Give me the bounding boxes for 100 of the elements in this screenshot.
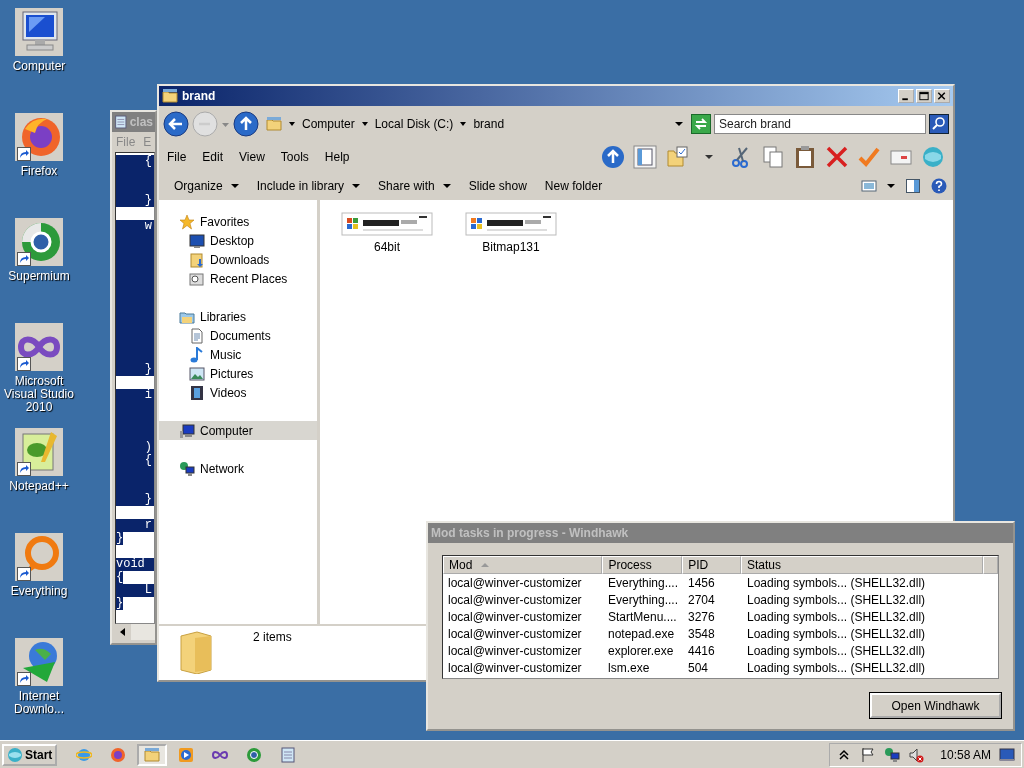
speaker-muted-icon[interactable] (908, 746, 925, 763)
caret-icon[interactable] (459, 120, 468, 128)
preview-pane-button[interactable] (633, 145, 657, 169)
search-button[interactable] (929, 114, 949, 134)
refresh-button[interactable] (691, 114, 711, 134)
menu-item[interactable]: Help (324, 150, 350, 164)
column-header[interactable]: Process (602, 556, 683, 574)
help-icon[interactable] (931, 178, 947, 194)
nav-item[interactable]: Libraries (159, 307, 317, 326)
command-button[interactable]: Include in library (247, 179, 370, 193)
ring-icon[interactable] (15, 533, 63, 581)
nav-item[interactable]: Documents (159, 326, 317, 345)
flag-icon[interactable] (860, 746, 877, 763)
icon-label[interactable]: Internet Downlo... (0, 690, 78, 716)
nav-item[interactable]: Desktop (159, 231, 317, 250)
view-options-icon[interactable] (861, 178, 877, 194)
search-field[interactable]: Search brand (714, 114, 926, 134)
icon-label[interactable]: Everything (10, 585, 68, 598)
download-icon[interactable] (15, 638, 63, 686)
nav-item[interactable]: Computer (159, 421, 317, 440)
nav-item[interactable]: Videos (159, 383, 317, 402)
table-cell-text: 4416 (687, 643, 716, 658)
command-button[interactable]: New folder (535, 179, 612, 193)
film-icon (189, 384, 205, 401)
nav-item[interactable]: Pictures (159, 364, 317, 383)
command-button[interactable]: Share with (369, 179, 460, 193)
icon-label[interactable]: Notepad++ (9, 480, 69, 493)
icon-label[interactable]: Firefox (20, 165, 58, 178)
folder-icon (189, 251, 205, 268)
network-icon[interactable] (884, 746, 901, 763)
table-cell-text: 3548 (687, 626, 716, 641)
menu-item[interactable]: File (167, 150, 187, 164)
scrollbar[interactable] (115, 624, 155, 640)
notepad-icon[interactable] (15, 428, 63, 476)
start-button[interactable]: Start (2, 743, 58, 766)
monitor-icon[interactable] (15, 8, 63, 56)
menu-item[interactable]: View (239, 150, 265, 164)
show-desktop-icon[interactable] (999, 747, 1015, 762)
nav-item[interactable]: Favorites (159, 212, 317, 231)
close-button[interactable] (934, 89, 950, 103)
nav-item[interactable]: Music (159, 345, 317, 364)
maximize-button[interactable] (916, 89, 932, 103)
file-name[interactable]: Bitmap131 (482, 240, 540, 254)
checkmark-icon[interactable] (857, 145, 881, 169)
icon-label[interactable]: Computer (12, 60, 66, 73)
music-note-icon (189, 346, 205, 363)
delete-icon[interactable] (825, 145, 849, 169)
notepad-icon (114, 114, 128, 130)
menu-item[interactable]: Edit (202, 150, 224, 164)
caret-icon[interactable] (887, 182, 895, 190)
nav-item[interactable]: Network (159, 459, 317, 478)
table-cell-text: local@winver-customizer (447, 592, 583, 607)
preview-pane-icon[interactable] (905, 178, 921, 194)
minimize-button[interactable] (898, 89, 914, 103)
play-icon (178, 746, 195, 763)
breadcrumb-item[interactable]: Computer (302, 117, 355, 131)
file-name[interactable]: 64bit (374, 240, 400, 254)
infinity-icon[interactable] (15, 323, 63, 371)
table-cell-text: Everything.... (607, 592, 680, 607)
globe-icon[interactable] (15, 218, 63, 266)
column-header[interactable]: PID (682, 556, 741, 574)
breadcrumb-item[interactable]: Local Disk (C:) (374, 117, 454, 131)
clipboard-icon[interactable] (793, 145, 817, 169)
dropdown-caret-icon[interactable] (674, 120, 684, 128)
icon-label[interactable]: Microsoft Visual Studio 2010 (0, 375, 78, 414)
folder-check-icon[interactable] (665, 145, 689, 169)
monitor-icon (189, 232, 205, 249)
scroll-left-button[interactable] (115, 624, 131, 640)
up-button[interactable] (601, 145, 625, 169)
caret-icon[interactable] (360, 120, 369, 128)
clock[interactable]: 10:58 AM (940, 747, 991, 762)
breadcrumb-item[interactable]: brand (473, 117, 505, 131)
nav-item[interactable]: Recent Places (159, 269, 317, 288)
table-cell-text: 3276 (687, 609, 716, 624)
table-cell-text: notepad.exe (607, 626, 676, 641)
table-cell-text: lsm.exe (607, 660, 651, 675)
command-button[interactable]: Slide show (459, 179, 536, 193)
nav-item[interactable]: Downloads (159, 250, 317, 269)
orb-icon (7, 746, 23, 763)
table-cell-text: local@winver-customizer (447, 609, 583, 624)
table-cell-text: Loading symbols... (SHELL32.dll) (746, 660, 927, 675)
column-header[interactable]: Mod (443, 556, 603, 574)
table-cell-text: local@winver-customizer (447, 626, 583, 641)
table-cell-text: Loading symbols... (SHELL32.dll) (746, 592, 927, 607)
star-icon (179, 213, 195, 230)
caret-icon[interactable] (288, 120, 296, 128)
table-cell-text: local@winver-customizer (447, 575, 583, 590)
back-button[interactable] (163, 111, 189, 137)
command-button[interactable]: Organize (165, 179, 248, 193)
table-cell-text: local@winver-customizer (447, 660, 583, 675)
up-button[interactable] (233, 111, 259, 137)
column-header[interactable]: Status (740, 556, 983, 574)
menu-item[interactable]: Tools (280, 150, 309, 164)
table-cell-text: local@winver-customizer (447, 643, 583, 658)
image-icon (189, 365, 205, 382)
clock-folder-icon (189, 270, 205, 287)
open-button[interactable]: Open Windhawk (870, 693, 1001, 718)
globe-icon[interactable] (15, 113, 63, 161)
text-area[interactable]: { } w } i ) { } r } void { L } (115, 152, 155, 624)
icon-label[interactable]: Supermium (8, 270, 70, 283)
